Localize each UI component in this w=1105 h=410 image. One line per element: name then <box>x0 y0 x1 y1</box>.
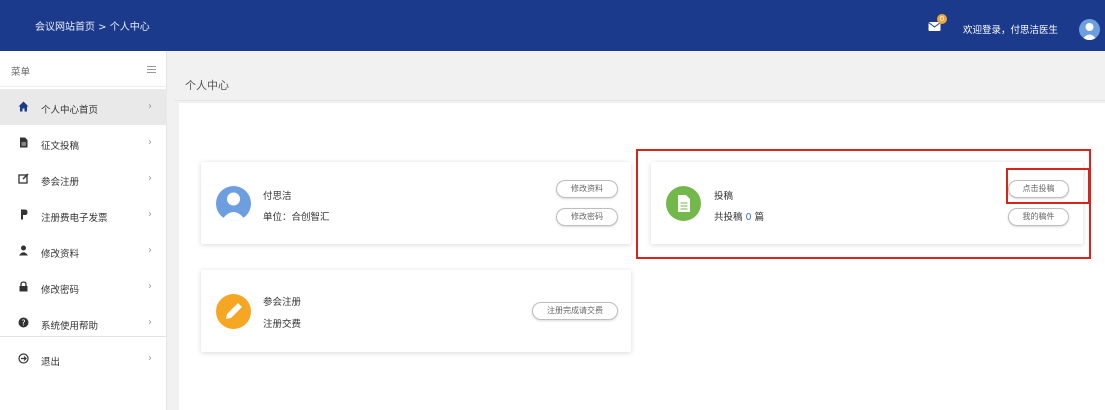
user-icon <box>1082 23 1097 40</box>
sidebar-item-logout[interactable]: 退出 › <box>0 341 167 377</box>
sidebar-item-label: 修改资料 <box>41 249 80 260</box>
lock-icon <box>19 281 28 292</box>
logout-icon <box>18 353 29 364</box>
sidebar-item-label: 系统使用帮助 <box>41 321 99 332</box>
sidebar-item-invoice[interactable]: 注册费电子发票 › <box>0 197 167 233</box>
profile-card: 付思洁 单位：合创智汇 修改资料 修改密码 <box>201 162 631 244</box>
chevron-right-icon: › <box>148 353 152 364</box>
change-password-button[interactable]: 修改密码 <box>556 208 618 226</box>
sidebar-item-change-password[interactable]: 修改密码 › <box>0 269 167 305</box>
sidebar-title: 菜单 <box>11 67 31 78</box>
page-title: 个人中心 <box>185 79 229 92</box>
title-divider <box>174 100 1105 101</box>
chevron-right-icon: › <box>148 101 152 112</box>
sidebar-item-label: 退出 <box>41 357 61 368</box>
highlight-submit-button <box>1006 168 1090 204</box>
sidebar-item-label: 征文投稿 <box>41 141 80 152</box>
chevron-right-icon: › <box>148 245 152 256</box>
registration-subtitle: 注册交费 <box>263 319 302 330</box>
home-icon <box>18 101 29 112</box>
chevron-right-icon: › <box>148 281 152 292</box>
sidebar-item-edit-profile[interactable]: 修改资料 › <box>0 233 167 269</box>
registration-icon-circle <box>216 294 251 329</box>
help-icon: ? <box>18 317 29 328</box>
pencil-icon <box>226 303 242 319</box>
sidebar-item-label: 注册费电子发票 <box>41 213 108 224</box>
user-avatar[interactable] <box>1079 19 1100 40</box>
top-bar: 会议网站首页 > 个人中心 0 欢迎登录，付思洁医生 <box>0 0 1105 51</box>
user-icon <box>221 192 246 221</box>
menu-toggle-icon[interactable] <box>147 66 156 73</box>
breadcrumb[interactable]: 会议网站首页 > 个人中心 <box>35 18 150 33</box>
registration-title: 参会注册 <box>263 297 302 308</box>
mail-count-badge: 0 <box>937 14 947 24</box>
svg-text:?: ? <box>21 319 25 328</box>
sidebar-divider <box>0 336 167 337</box>
sidebar-header: 菜单 <box>0 51 166 87</box>
profile-name: 付思洁 <box>263 191 292 202</box>
profile-unit: 单位：合创智汇 <box>263 212 330 223</box>
sidebar-item-submission[interactable]: 征文投稿 › <box>0 125 167 161</box>
chevron-right-icon: › <box>148 209 152 220</box>
profile-avatar <box>216 186 251 221</box>
sidebar-item-home[interactable]: 个人中心首页 › <box>0 89 167 125</box>
sidebar-item-label: 个人中心首页 <box>41 105 99 116</box>
chevron-right-icon: › <box>148 317 152 328</box>
sidebar-item-label: 参会注册 <box>41 177 80 188</box>
registration-card: 参会注册 注册交费 注册完成请交费 <box>201 270 631 352</box>
chevron-right-icon: › <box>148 173 152 184</box>
highlight-submission-card <box>636 149 1091 259</box>
invoice-icon <box>21 209 28 220</box>
sidebar-item-label: 修改密码 <box>41 285 80 296</box>
welcome-text: 欢迎登录，付思洁医生 <box>963 25 1059 36</box>
sidebar: 菜单 个人中心首页 › 征文投稿 › 参会注册 › 注册费电子发票 › 修改资料… <box>0 51 167 410</box>
chevron-right-icon: › <box>148 137 152 148</box>
edit-profile-button[interactable]: 修改资料 <box>556 180 618 198</box>
edit-icon <box>18 173 29 184</box>
document-icon <box>20 137 28 148</box>
registration-pay-button[interactable]: 注册完成请交费 <box>532 302 618 320</box>
sidebar-item-registration[interactable]: 参会注册 › <box>0 161 167 197</box>
user-icon <box>19 245 28 256</box>
